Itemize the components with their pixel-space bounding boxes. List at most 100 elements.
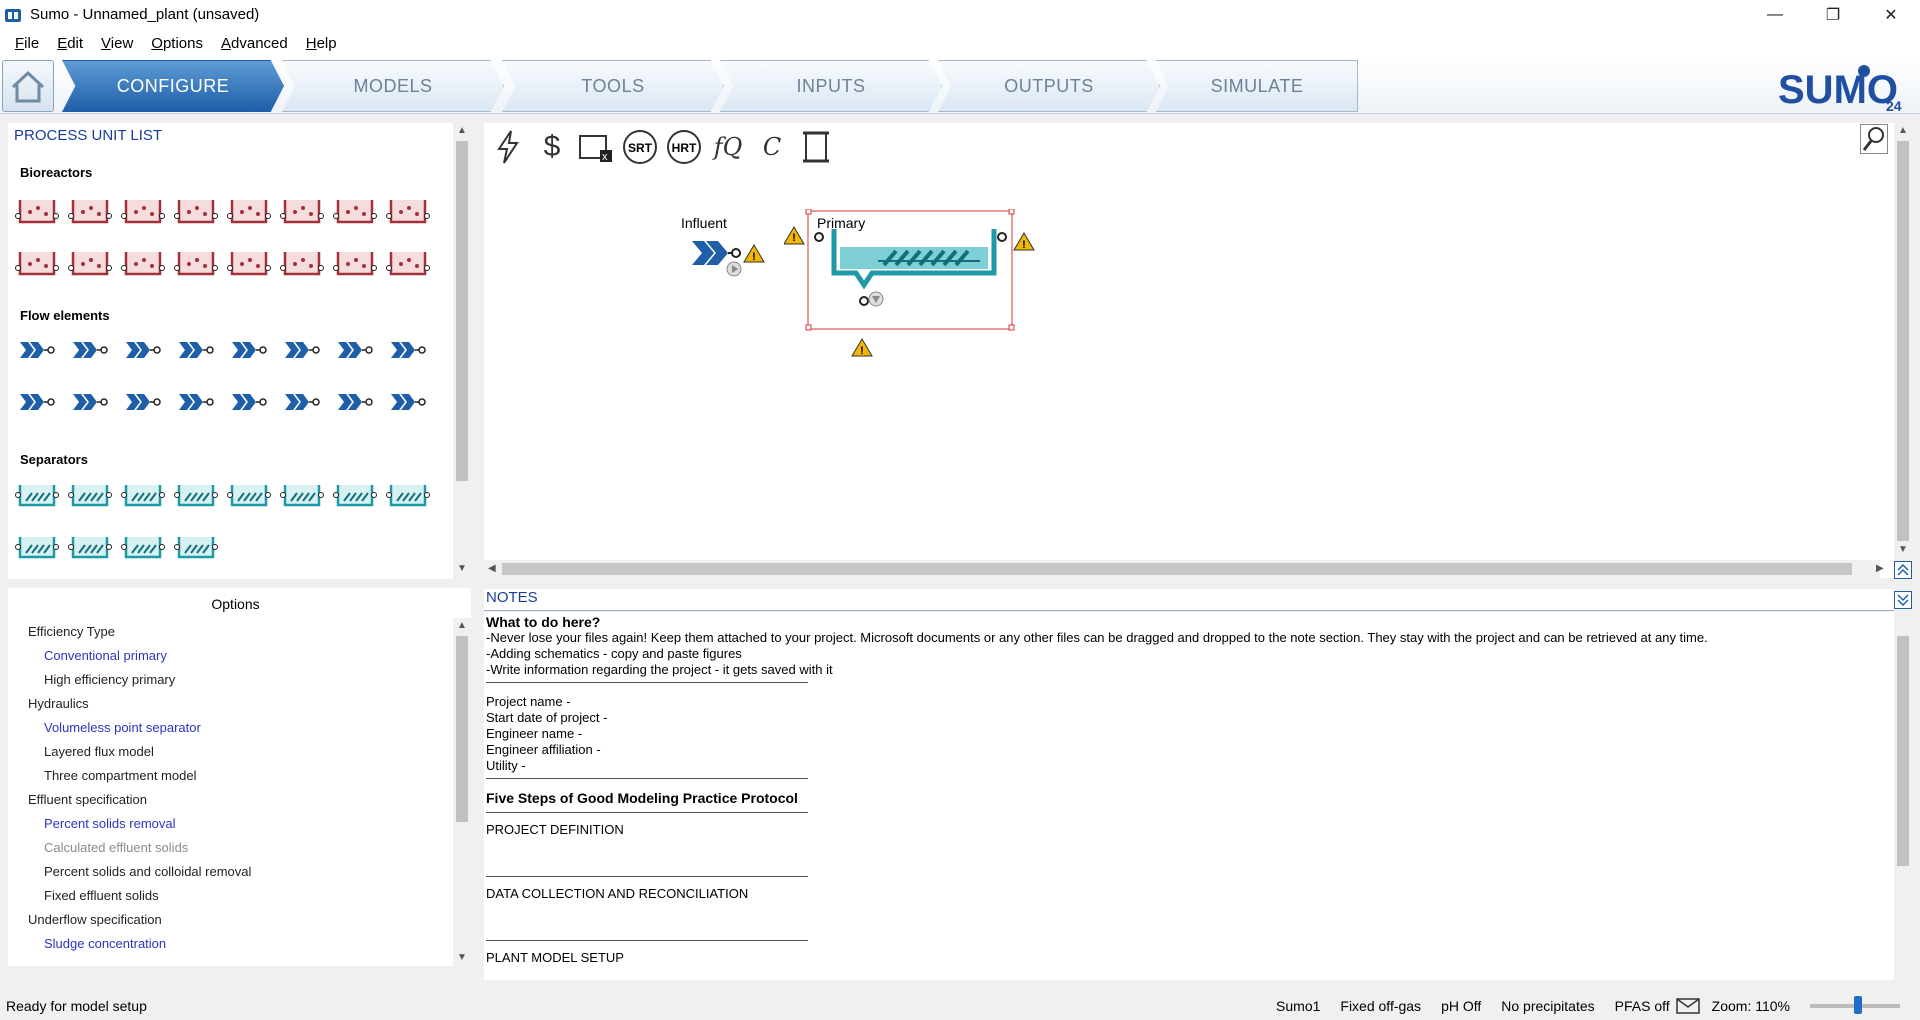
flow-element-icon[interactable] — [67, 328, 113, 374]
svg-text:!: ! — [1022, 239, 1026, 251]
flow-element-icon[interactable] — [120, 380, 166, 426]
canvas-horizontal-scrollbar[interactable]: ◀ ▶ — [484, 560, 1884, 578]
option-item[interactable]: Percent solids and colloidal removal — [44, 864, 251, 879]
option-item[interactable]: Calculated effluent solids — [44, 840, 188, 855]
option-item[interactable]: Percent solids removal — [44, 816, 176, 831]
notes-editor[interactable]: What to do here? -Never lose your files … — [484, 612, 1894, 980]
bioreactor-unit-icon[interactable] — [173, 186, 219, 232]
separator-unit-icon[interactable] — [14, 525, 60, 571]
hrt-button[interactable]: HRT — [666, 127, 702, 167]
flow-element-icon[interactable] — [385, 380, 431, 426]
flow-element-icon[interactable] — [120, 328, 166, 374]
flowsheet-canvas[interactable]: $ x SRT HRT fQ C Influent ! Primary ! ! … — [484, 123, 1894, 578]
menu-advanced[interactable]: Advanced — [212, 35, 297, 52]
zoom-slider-thumb[interactable] — [1854, 996, 1862, 1014]
flow-element-icon[interactable] — [332, 380, 378, 426]
bioreactor-unit-icon[interactable] — [279, 238, 325, 284]
zoom-slider[interactable] — [1810, 996, 1900, 1014]
flow-element-icon[interactable] — [279, 380, 325, 426]
flow-element-icon[interactable] — [14, 380, 60, 426]
bioreactor-unit-icon[interactable] — [67, 238, 113, 284]
flow-element-icon[interactable] — [226, 380, 272, 426]
options-scrollbar[interactable]: ▲ ▼ — [453, 618, 471, 966]
menu-help[interactable]: Help — [297, 35, 346, 52]
bioreactor-unit-icon[interactable] — [173, 238, 219, 284]
process-unit-list-title: PROCESS UNIT LIST — [14, 127, 163, 144]
bioreactor-unit-icon[interactable] — [67, 186, 113, 232]
close-button[interactable]: ✕ — [1862, 0, 1920, 29]
tab-configure[interactable]: CONFIGURE — [62, 60, 284, 112]
bioreactor-unit-icon[interactable] — [279, 186, 325, 232]
option-item[interactable]: Volumeless point separator — [44, 720, 201, 735]
notes-line: DATA COLLECTION AND RECONCILIATION — [486, 886, 749, 901]
bioreactor-unit-icon[interactable] — [14, 238, 60, 284]
notes-scrollbar[interactable] — [1894, 612, 1912, 980]
bioreactor-unit-icon[interactable] — [332, 186, 378, 232]
flow-element-icon[interactable] — [279, 328, 325, 374]
option-item[interactable]: Three compartment model — [44, 768, 196, 783]
process-unit-scrollbar[interactable]: ▲ ▼ — [453, 123, 471, 579]
section-flow-elements: Flow elements — [20, 308, 110, 323]
tab-simulate[interactable]: SIMULATE — [1156, 60, 1358, 112]
home-button[interactable] — [2, 60, 54, 112]
tab-models[interactable]: MODELS — [282, 60, 504, 112]
primary-clarifier-node[interactable]: ! — [784, 209, 1024, 335]
zoom-magnifier-button[interactable] — [1860, 124, 1888, 154]
status-ph: pH Off — [1441, 998, 1482, 1014]
tab-outputs[interactable]: OUTPUTS — [938, 60, 1160, 112]
separator-unit-icon[interactable] — [14, 473, 60, 519]
notes-line: Utility - — [486, 758, 526, 773]
collapse-notes-button[interactable] — [1894, 591, 1912, 609]
flow-element-icon[interactable] — [173, 380, 219, 426]
flow-element-icon[interactable] — [332, 328, 378, 374]
bioreactor-unit-icon[interactable] — [120, 186, 166, 232]
option-item[interactable]: High efficiency primary — [44, 672, 175, 687]
canvas-vertical-scrollbar[interactable]: ▲ ▼ — [1894, 123, 1912, 560]
flow-element-icon[interactable] — [385, 328, 431, 374]
bioreactor-unit-icon[interactable] — [332, 238, 378, 284]
flow-element-icon[interactable] — [67, 380, 113, 426]
separator-unit-icon[interactable] — [120, 525, 166, 571]
srt-button[interactable]: SRT — [622, 127, 658, 167]
scroll-icon[interactable] — [798, 127, 834, 167]
separator-unit-icon[interactable] — [385, 473, 431, 519]
option-item[interactable]: Conventional primary — [44, 648, 167, 663]
separator-unit-icon[interactable] — [279, 473, 325, 519]
flow-element-icon[interactable] — [14, 328, 60, 374]
minimize-button[interactable]: — — [1746, 0, 1804, 29]
flow-element-icon[interactable] — [173, 328, 219, 374]
flow-element-icon[interactable] — [226, 328, 272, 374]
option-item[interactable]: Sludge concentration — [44, 936, 166, 951]
menu-view[interactable]: View — [92, 35, 142, 52]
separator-unit-icon[interactable] — [120, 473, 166, 519]
separator-unit-icon[interactable] — [173, 473, 219, 519]
bioreactor-unit-icon[interactable] — [120, 238, 166, 284]
menu-file[interactable]: File — [6, 35, 48, 52]
lightning-icon[interactable] — [490, 127, 526, 167]
function-icon[interactable]: fQ — [710, 127, 746, 167]
restore-button[interactable]: ❐ — [1804, 0, 1862, 29]
tab-inputs[interactable]: INPUTS — [720, 60, 942, 112]
notes-line: Engineer name - — [486, 726, 583, 741]
bioreactor-unit-icon[interactable] — [226, 186, 272, 232]
option-item[interactable]: Layered flux model — [44, 744, 154, 759]
separator-unit-icon[interactable] — [173, 525, 219, 571]
table-x-icon[interactable]: x — [578, 127, 614, 167]
option-item[interactable]: Fixed effluent solids — [44, 888, 159, 903]
influent-node[interactable]: ! — [690, 235, 780, 283]
tab-tools[interactable]: TOOLS — [502, 60, 724, 112]
bioreactor-unit-icon[interactable] — [14, 186, 60, 232]
menu-options[interactable]: Options — [142, 35, 212, 52]
separator-unit-icon[interactable] — [67, 525, 113, 571]
dollar-icon[interactable]: $ — [534, 127, 570, 167]
bioreactor-unit-icon[interactable] — [385, 186, 431, 232]
calculator-icon[interactable]: C — [754, 127, 790, 167]
separator-unit-icon[interactable] — [332, 473, 378, 519]
separator-unit-icon[interactable] — [67, 473, 113, 519]
bioreactor-unit-icon[interactable] — [385, 238, 431, 284]
mail-icon[interactable] — [1675, 997, 1700, 1015]
menu-edit[interactable]: Edit — [48, 35, 92, 52]
collapse-canvas-button[interactable] — [1894, 561, 1912, 579]
bioreactor-unit-icon[interactable] — [226, 238, 272, 284]
separator-unit-icon[interactable] — [226, 473, 272, 519]
